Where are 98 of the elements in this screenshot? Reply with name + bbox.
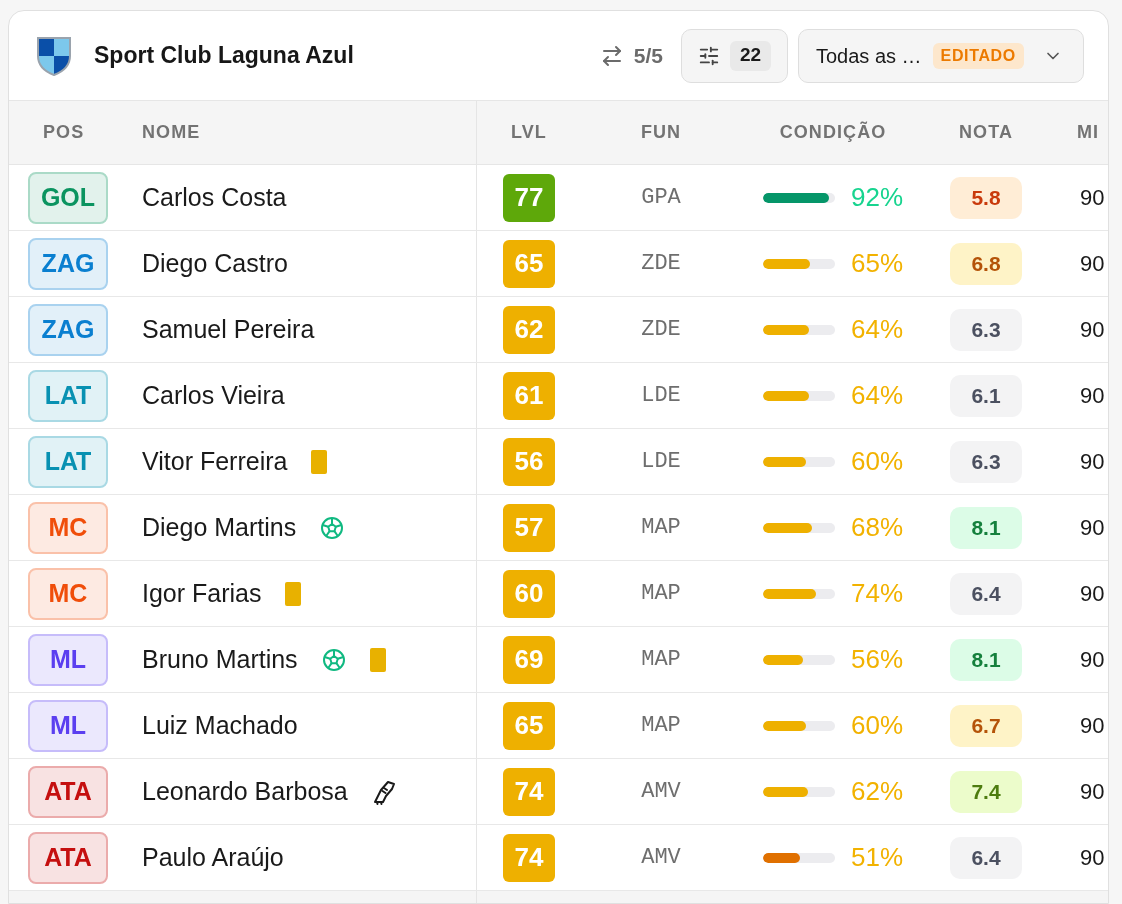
sliders-icon bbox=[698, 44, 720, 67]
condition-percent: 51% bbox=[851, 841, 904, 874]
level-badge: 74 bbox=[503, 833, 555, 882]
level-badge: 60 bbox=[503, 569, 555, 618]
rating-badge: 8.1 bbox=[950, 638, 1022, 681]
rating-badge: 6.7 bbox=[950, 704, 1022, 747]
condition-percent: 68% bbox=[851, 511, 904, 544]
role-code: GPA bbox=[641, 184, 681, 212]
condition-percent: 65% bbox=[851, 247, 904, 280]
soccer-ball-icon bbox=[321, 647, 346, 672]
player-name: Samuel Pereira bbox=[142, 313, 315, 345]
minutes-cell-text: 90 bbox=[1080, 712, 1105, 740]
minutes-cell-text: 90 bbox=[1080, 448, 1105, 476]
rating-badge: 6.3 bbox=[950, 440, 1022, 483]
player-name: Paulo Araújo bbox=[142, 841, 284, 873]
level-badge: 74 bbox=[503, 767, 555, 816]
position-badge: LAT bbox=[28, 435, 108, 488]
position-badge: ZAG bbox=[28, 303, 108, 356]
player-name: Diego Castro bbox=[142, 247, 288, 279]
position-badge: GOL bbox=[28, 171, 108, 224]
role-code: ZDE bbox=[641, 250, 681, 278]
boot-icon bbox=[371, 778, 398, 805]
rating-badge: 6.4 bbox=[950, 836, 1022, 879]
card-icon bbox=[311, 449, 328, 474]
condition-percent: 60% bbox=[851, 709, 904, 742]
role-code: AMV bbox=[641, 844, 681, 872]
team-title: Sport Club Laguna Azul bbox=[94, 41, 354, 71]
role-code: MAP bbox=[641, 580, 681, 608]
minutes-cell-text: 90 bbox=[1080, 250, 1105, 278]
position-badge: ATA bbox=[28, 765, 108, 818]
level-badge: 77 bbox=[503, 173, 555, 222]
player-name: Diego Martins bbox=[142, 511, 297, 543]
level-badge: 62 bbox=[503, 305, 555, 354]
minutes-cell-text: 90 bbox=[1080, 382, 1105, 410]
role-code: MAP bbox=[641, 514, 681, 542]
column-header: CONDIÇÃO bbox=[779, 120, 887, 144]
condition-percent: 74% bbox=[851, 577, 904, 610]
level-badge: 56 bbox=[503, 437, 555, 486]
position-badge: ML bbox=[28, 699, 108, 752]
condition-percent: 64% bbox=[851, 379, 904, 412]
level-badge: 69 bbox=[503, 635, 555, 684]
condition-percent: 60% bbox=[851, 445, 904, 478]
level-badge: 65 bbox=[503, 239, 555, 288]
rating-badge: 6.8 bbox=[950, 242, 1022, 285]
minutes-cell-text: 90 bbox=[1080, 514, 1105, 542]
role-code: LDE bbox=[641, 448, 681, 476]
rating-badge: 6.3 bbox=[950, 308, 1022, 351]
player-name: Bruno Martins bbox=[142, 643, 298, 675]
view-dropdown[interactable]: Todas as … EDITADO bbox=[798, 28, 1084, 83]
role-code: MAP bbox=[641, 712, 681, 740]
column-header: NOTA bbox=[959, 121, 1013, 144]
soccer-ball-icon bbox=[320, 515, 345, 540]
rating-badge: 8.1 bbox=[950, 506, 1022, 549]
column-header: NOME bbox=[142, 121, 201, 144]
level-badge: 61 bbox=[503, 371, 555, 420]
player-name: Carlos Costa bbox=[142, 181, 287, 213]
column-header: MI bbox=[1077, 121, 1100, 144]
column-header: POS bbox=[43, 121, 85, 144]
rating-badge: 6.4 bbox=[950, 572, 1022, 615]
condition-percent: 92% bbox=[851, 181, 904, 214]
role-code: AMV bbox=[641, 778, 681, 806]
condition-percent: 56% bbox=[851, 643, 904, 676]
column-header: FUN bbox=[640, 121, 682, 144]
minutes-cell-text: 90 bbox=[1080, 844, 1105, 872]
position-badge: MC bbox=[28, 501, 108, 554]
role-code: ZDE bbox=[641, 316, 681, 344]
minutes-cell-text: 90 bbox=[1080, 580, 1105, 608]
edited-badge: EDITADO bbox=[932, 42, 1024, 69]
rating-badge: 7.4 bbox=[950, 770, 1022, 813]
minutes-cell-text: 90 bbox=[1080, 778, 1105, 806]
minutes-cell-text: 90 bbox=[1080, 316, 1105, 344]
player-name: Luiz Machado bbox=[142, 709, 298, 741]
minutes-cell-text: 90 bbox=[1080, 184, 1105, 212]
player-name: Igor Farias bbox=[142, 577, 262, 609]
filter-button[interactable]: 22 bbox=[681, 28, 788, 83]
position-badge: ZAG bbox=[28, 237, 108, 290]
level-badge: 57 bbox=[503, 503, 555, 552]
card-icon bbox=[285, 581, 302, 606]
column-header: LVL bbox=[511, 121, 547, 144]
player-name: Carlos Vieira bbox=[142, 379, 285, 411]
role-code: LDE bbox=[641, 382, 681, 410]
rating-badge: 6.1 bbox=[950, 374, 1022, 417]
position-badge: ML bbox=[28, 633, 108, 686]
card-icon bbox=[369, 647, 386, 672]
condition-percent: 64% bbox=[851, 313, 904, 346]
rating-badge: 5.8 bbox=[950, 176, 1022, 219]
position-badge: MC bbox=[28, 567, 108, 620]
count-badge: 22 bbox=[730, 40, 772, 71]
level-badge: 65 bbox=[503, 701, 555, 750]
minutes-cell-text: 90 bbox=[1080, 646, 1105, 674]
player-name: Vitor Ferreira bbox=[142, 445, 288, 477]
role-code: MAP bbox=[641, 646, 681, 674]
position-badge: LAT bbox=[28, 369, 108, 422]
swap-button[interactable]: 5/5 bbox=[599, 39, 663, 72]
position-badge: ATA bbox=[28, 831, 108, 884]
condition-percent: 62% bbox=[851, 775, 904, 808]
shield-logo-icon bbox=[36, 35, 72, 76]
player-name: Leonardo Barbosa bbox=[142, 775, 348, 807]
